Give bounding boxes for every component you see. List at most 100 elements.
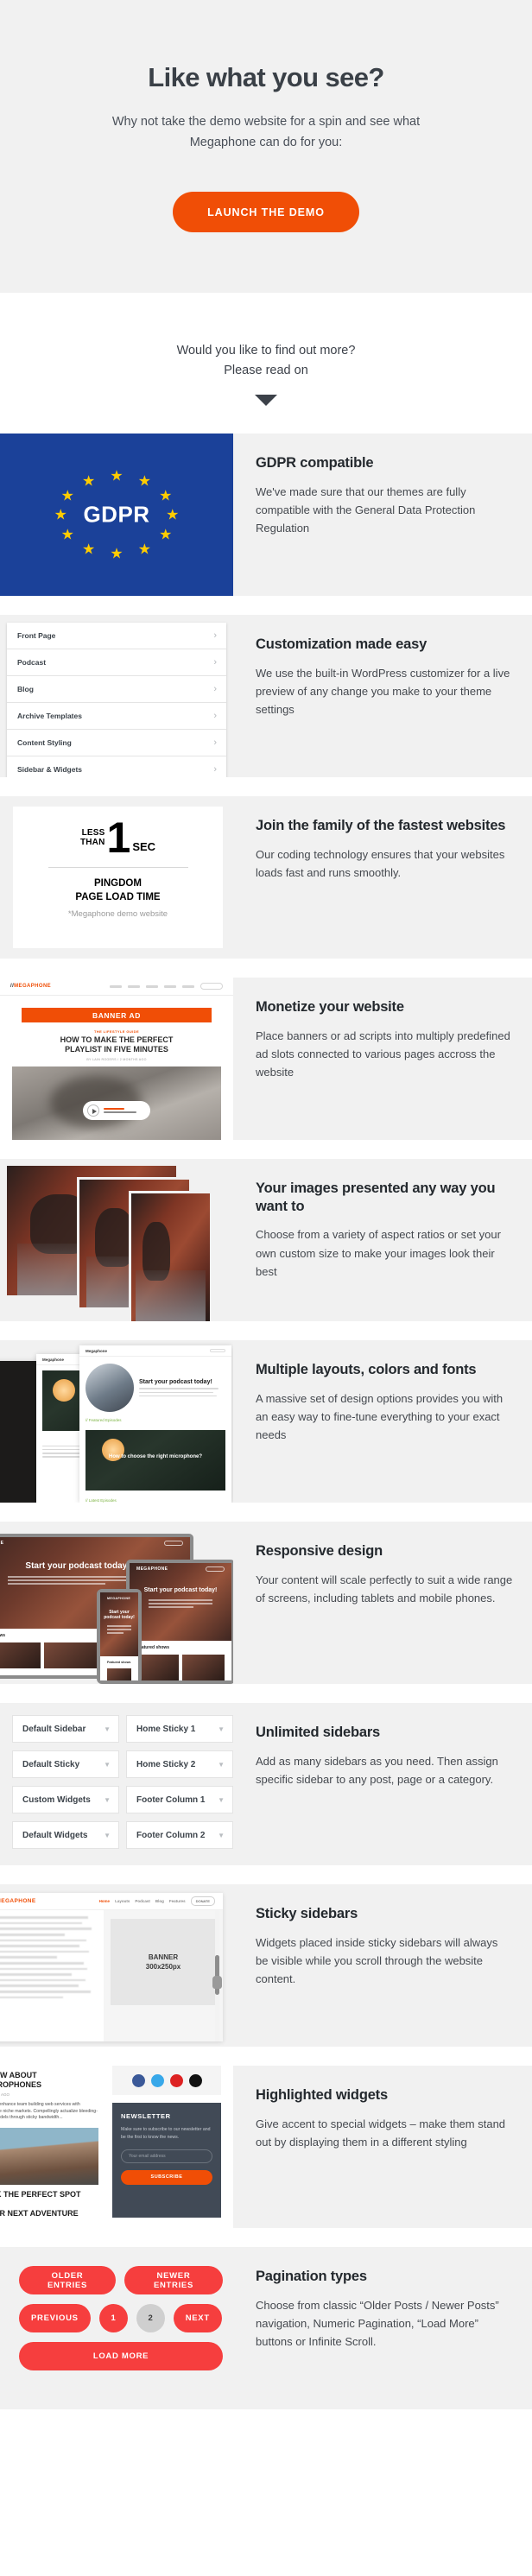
newsletter-subscribe-button[interactable]: SUBSCRIBE [121, 2169, 212, 2185]
eu-star-icon: ★ [60, 487, 74, 504]
pingdom-number: 1 [106, 813, 131, 863]
newsletter-email-input[interactable]: Your email address [121, 2149, 212, 2163]
article-text [0, 1910, 104, 2041]
instagram-icon [188, 2073, 202, 2087]
next-button[interactable]: NEXT [173, 2304, 222, 2333]
sidebar-select-default-sticky[interactable]: Default Sticky ▼ [12, 1750, 119, 1779]
post-meta: 2 WEEKS AGO [0, 2092, 10, 2097]
nav-item-features: Features [168, 1899, 186, 1904]
featured-shows-label: Featured shows [136, 1644, 170, 1650]
customizer-row-content-styling[interactable]: Content Styling › [7, 730, 226, 757]
feature-card-sticky-sidebars: //MEGAPHONE Home Layouts Podcast Blog Fe… [0, 1884, 532, 2048]
phone-screen: MEGAPHONE Start your podcast today! Feat… [100, 1592, 138, 1681]
responsive-copy: Responsive design Your content will scal… [233, 1522, 532, 1684]
customizer-row-front-page[interactable]: Front Page › [7, 623, 226, 650]
sidebar-select-home-sticky-2[interactable]: Home Sticky 2 ▼ [126, 1750, 233, 1779]
play-episode-label [104, 1107, 136, 1113]
featured-headline: How to choose the right microphone? [109, 1454, 202, 1460]
mockup-body: BANNER 300x250px [0, 1910, 223, 2042]
donate-button-placeholder [210, 1349, 225, 1353]
website-mockup: //MEGAPHONE Home Layouts Podcast Blog Fe… [0, 1893, 223, 2042]
latest-episodes-label: // Latest Episodes [86, 1498, 117, 1503]
nav-item-placeholder [146, 984, 158, 988]
tablet-device: MEGAPHONE Start your podcast today! Feat… [126, 1560, 233, 1685]
megaphone-logo: Megaphone [86, 1348, 108, 1353]
megaphone-logo: MEGAPHONE [0, 1541, 4, 1547]
sidebar-select-home-sticky-1[interactable]: Home Sticky 1 ▼ [126, 1715, 233, 1744]
feature-card-images: Your images presented any way you want t… [0, 1159, 532, 1322]
megaphone-logo: MEGAPHONE [136, 1566, 168, 1573]
page-title: Like what you see? [148, 62, 384, 92]
load-more-button[interactable]: LOAD MORE [19, 2342, 223, 2371]
previous-button[interactable]: PREVIOUS [19, 2304, 91, 2333]
feature-card-monetize: //MEGAPHONE BANNER AD THE LIFESTYLE GUID… [0, 978, 532, 1141]
post-title: KNOW ABOUT MICROPHONES [0, 2071, 42, 2090]
chevron-down-icon: ▼ [104, 1725, 111, 1733]
tablet-screen: MEGAPHONE Start your podcast today! Feat… [130, 1563, 231, 1681]
feature-title: Highlighted widgets [256, 2087, 388, 2104]
featured-shows-label: Featured shows [107, 1660, 131, 1664]
sidebar-select-label: Default Widgets [22, 1830, 88, 1840]
scrollbar-thumb[interactable] [215, 1955, 219, 1996]
page-number-2[interactable]: 2 [136, 2304, 165, 2333]
chevron-down-icon: ▼ [218, 1760, 225, 1769]
layout-variant-primary: Megaphone Start your podcast today! // F… [79, 1345, 231, 1503]
highlighted-widgets-visual: KNOW ABOUT MICROPHONES 2 WEEKS AGO ...is… [0, 2066, 233, 2229]
hero-area: MEGAPHONE Start your podcast today! [130, 1563, 231, 1641]
sidebar-select-footer-column-1[interactable]: Footer Column 1 ▼ [126, 1786, 233, 1814]
highlighted-widgets-copy: Highlighted widgets Give accent to speci… [233, 2066, 532, 2228]
layout-variant-stack: Megaphone Megaphone Start your podcast t… [0, 1340, 233, 1503]
sidebar-select-label: Home Sticky 1 [136, 1724, 196, 1734]
pingdom-card: LESS THAN 1 SEC PINGDOM PAGE LOAD TIME *… [13, 807, 223, 949]
photo-thumbnail [131, 1193, 210, 1322]
sidebar-select-footer-column-2[interactable]: Footer Column 2 ▼ [126, 1821, 233, 1850]
feature-body: We use the built-in WordPress customizer… [256, 666, 510, 716]
customizer-row-blog[interactable]: Blog › [7, 676, 226, 704]
sidebar-select-custom-widgets[interactable]: Custom Widgets ▼ [12, 1786, 119, 1814]
featured-episodes-label: // Featured Episodes [86, 1418, 122, 1423]
post-headline: HOW TO MAKE THE PERFECT PLAYLIST IN FIVE… [60, 1035, 174, 1054]
sidebar-select-label: Default Sidebar [22, 1724, 86, 1734]
monetize-visual: //MEGAPHONE BANNER AD THE LIFESTYLE GUID… [0, 978, 233, 1141]
eu-star-icon: ★ [81, 472, 96, 490]
pingdom-unit: SEC [132, 840, 156, 854]
sidebar-column: NEWSLETTER Make sure to subscribe to our… [112, 2066, 221, 2228]
customizer-row-sidebar-widgets[interactable]: Sidebar & Widgets › [7, 756, 226, 777]
social-widget [112, 2066, 221, 2096]
post-kicker: THE LIFESTYLE GUIDE [93, 1029, 140, 1035]
nav-item-home: Home [98, 1899, 111, 1904]
text-lines [107, 1625, 131, 1634]
pingdom-headline: LESS THAN 1 SEC [13, 813, 223, 863]
sidebar-select-default-widgets[interactable]: Default Widgets ▼ [12, 1821, 119, 1850]
older-entries-button[interactable]: OLDER ENTRIES [19, 2266, 116, 2295]
feature-card-highlighted-widgets: KNOW ABOUT MICROPHONES 2 WEEKS AGO ...is… [0, 2066, 532, 2229]
sidebar-select-default-sidebar[interactable]: Default Sidebar ▼ [12, 1715, 119, 1744]
eu-star-icon: ★ [110, 545, 124, 562]
customizer-row-archive-templates[interactable]: Archive Templates › [7, 703, 226, 731]
megaphone-logo: Megaphone [42, 1357, 65, 1362]
feature-body: Give accent to special widgets – make th… [256, 2117, 506, 2149]
feature-card-speed: LESS THAN 1 SEC PINGDOM PAGE LOAD TIME *… [0, 796, 532, 959]
feature-body: Your content will scale perfectly to sui… [256, 1573, 513, 1604]
pingdom-less: LESS [81, 827, 105, 838]
widgets-mockup: KNOW ABOUT MICROPHONES 2 WEEKS AGO ...is… [0, 2066, 233, 2229]
banner-size: 300x250px [145, 1963, 181, 1972]
sidebar-select-label: Footer Column 1 [136, 1794, 206, 1805]
chevron-down-icon [255, 395, 277, 407]
feature-body: Choose from a variety of aspect ratios o… [256, 1228, 501, 1278]
layouts-copy: Multiple layouts, colors and fonts A mas… [233, 1340, 532, 1503]
customizer-row-podcast[interactable]: Podcast › [7, 649, 226, 677]
hero-avatar [86, 1364, 134, 1413]
chevron-down-icon: ▼ [218, 1725, 225, 1733]
feature-title: Unlimited sidebars [256, 1725, 381, 1741]
pagination-row-numeric: PREVIOUS 1 2 NEXT [19, 2304, 223, 2333]
post-excerpt: ...isticly enhance team building web ser… [0, 2101, 98, 2121]
page-number-1[interactable]: 1 [98, 2304, 128, 2333]
customizer-row-label: Podcast [17, 658, 47, 668]
thumbnail-row [100, 1668, 138, 1681]
megaphone-logo: //MEGAPHONE [10, 984, 52, 990]
hero-headline: Start your podcast today! [104, 1610, 135, 1620]
feature-title: Pagination types [256, 2269, 367, 2285]
newer-entries-button[interactable]: NEWER ENTRIES [124, 2266, 223, 2295]
launch-demo-button[interactable]: LAUNCH THE DEMO [173, 191, 359, 232]
